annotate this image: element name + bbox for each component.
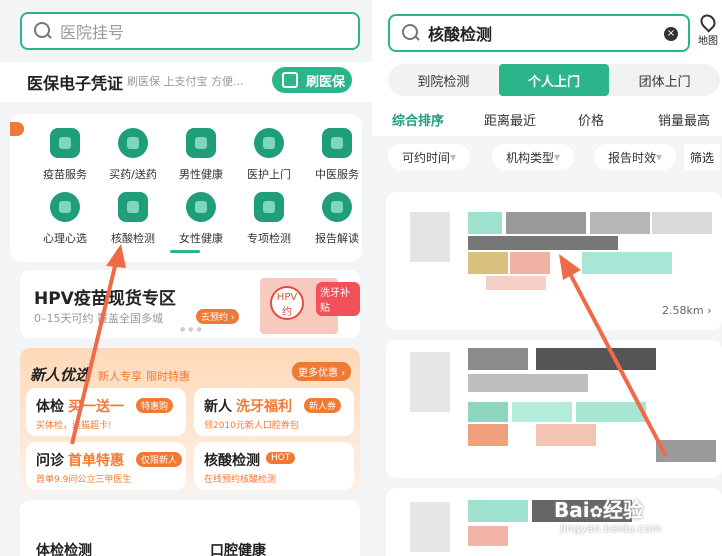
- baidu-watermark: Bai✿经验: [554, 494, 643, 523]
- arrow-left: [70, 261, 118, 445]
- watermark-brand: Bai: [554, 498, 590, 522]
- paw-icon: ✿: [589, 502, 604, 521]
- arrowhead-left: [106, 244, 126, 268]
- annotation-arrows: [70, 244, 668, 457]
- watermark-brand2: 经验: [603, 498, 644, 522]
- arrowhead-right: [559, 254, 581, 280]
- arrow-right: [566, 269, 668, 457]
- watermark-url: jingyan.baidu.com: [560, 522, 662, 535]
